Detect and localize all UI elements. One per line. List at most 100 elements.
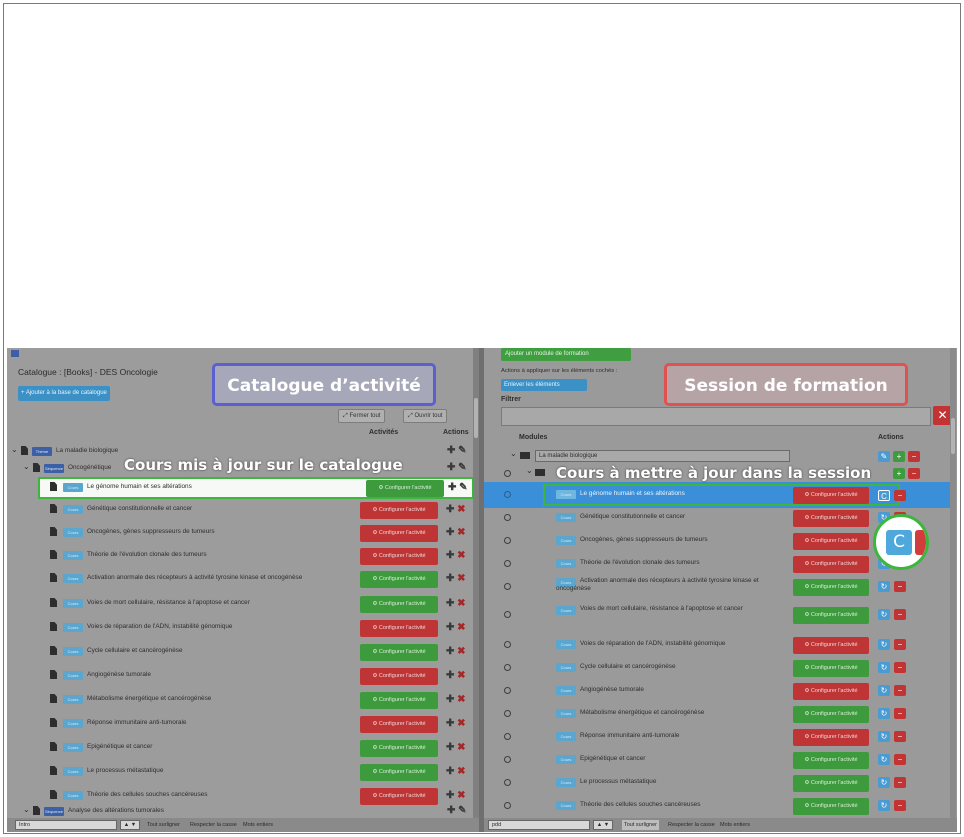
- row-actions[interactable]: ✚ ✖: [446, 766, 466, 778]
- remove-icon[interactable]: −: [894, 731, 906, 742]
- row-checkbox[interactable]: [504, 687, 511, 694]
- configure-activity-button[interactable]: ⚙ Configurer l'activité: [793, 775, 869, 792]
- remove-icon[interactable]: −: [894, 685, 906, 696]
- remove-icon[interactable]: −: [908, 468, 920, 479]
- row-actions[interactable]: ✚ ✖: [446, 718, 466, 730]
- catalog-course-row[interactable]: Cours Voies de mort cellulaire, résistanc…: [7, 593, 477, 615]
- row-actions[interactable]: ✚ ✖: [446, 694, 466, 706]
- row-checkbox[interactable]: [504, 537, 511, 544]
- row-actions[interactable]: ✚ ✎: [447, 805, 467, 817]
- catalog-course-row[interactable]: Cours Métabolisme énergétique et cancérog…: [7, 689, 477, 711]
- configure-activity-button[interactable]: ⚙ Configurer l'activité: [793, 510, 869, 527]
- add-icon[interactable]: +: [893, 451, 905, 462]
- row-checkbox[interactable]: [504, 802, 511, 809]
- update-course-button[interactable]: ↻: [878, 685, 890, 696]
- configure-activity-button[interactable]: ⚙ Configurer l'activité: [793, 487, 869, 504]
- configure-activity-button[interactable]: ⚙ Configurer l'activité: [366, 480, 444, 497]
- match-case-link[interactable]: Respecter la casse: [668, 818, 715, 832]
- configure-activity-button[interactable]: ⚙ Configurer l'activité: [360, 548, 438, 565]
- whole-words-link[interactable]: Mots entiers: [243, 818, 273, 832]
- session-course-row[interactable]: Cours Epigénétique et cancer ⚙ Configurer …: [484, 749, 954, 771]
- expand-all-button[interactable]: ⤢ Ouvrir tout: [403, 409, 448, 423]
- row-checkbox[interactable]: [504, 756, 511, 763]
- collapse-all-button[interactable]: ⤢ Fermer tout: [338, 409, 386, 423]
- row-checkbox[interactable]: [504, 779, 511, 786]
- catalog-highlighted-row[interactable]: Cours Le génome humain et ses altération…: [38, 477, 474, 499]
- row-actions[interactable]: ✚ ✖: [446, 670, 466, 682]
- update-course-button[interactable]: ↻: [878, 777, 890, 788]
- row-actions[interactable]: ✚ ✖: [446, 527, 466, 539]
- edit-icon[interactable]: ✎: [878, 451, 890, 462]
- row-checkbox[interactable]: [504, 514, 511, 521]
- update-course-button[interactable]: ↻: [878, 708, 890, 719]
- filter-input[interactable]: [501, 407, 931, 426]
- add-to-catalog-button[interactable]: + Ajouter à la base de catalogue: [18, 386, 110, 401]
- configure-activity-button[interactable]: ⚙ Configurer l'activité: [360, 644, 438, 661]
- configure-activity-button[interactable]: ⚙ Configurer l'activité: [793, 607, 869, 624]
- theme-name-input[interactable]: La maladie biologique: [535, 450, 790, 462]
- find-nav-buttons[interactable]: ▲ ▼: [120, 820, 140, 830]
- row-actions[interactable]: ✚ ✖: [446, 742, 466, 754]
- configure-activity-button[interactable]: ⚙ Configurer l'activité: [360, 764, 438, 781]
- update-course-button[interactable]: ↻: [878, 731, 890, 742]
- remove-icon[interactable]: −: [908, 451, 920, 462]
- configure-activity-button[interactable]: ⚙ Configurer l'activité: [360, 668, 438, 685]
- add-icon[interactable]: +: [893, 468, 905, 479]
- catalog-course-row[interactable]: Cours Le processus métastatique ⚙ Configur…: [7, 761, 477, 783]
- configure-activity-button[interactable]: ⚙ Configurer l'activité: [360, 571, 438, 588]
- session-course-row[interactable]: Cours Activation anormale des récepteurs …: [484, 576, 954, 604]
- update-course-button[interactable]: ↻: [878, 754, 890, 765]
- session-course-row[interactable]: Cours Cycle cellulaire et cancérogénèse ⚙ …: [484, 657, 954, 679]
- configure-activity-button[interactable]: ⚙ Configurer l'activité: [360, 502, 438, 519]
- remove-icon[interactable]: −: [894, 662, 906, 673]
- catalog-course-row[interactable]: Cours Epigénétique et cancer ⚙ Configurer …: [7, 737, 477, 759]
- catalog-course-row[interactable]: Cours Cycle cellulaire et cancérogénèse ⚙ …: [7, 641, 477, 663]
- session-course-row[interactable]: Cours Le processus métastatique ⚙ Configur…: [484, 772, 954, 794]
- row-checkbox[interactable]: [504, 641, 511, 648]
- remove-icon[interactable]: −: [894, 777, 906, 788]
- configure-activity-button[interactable]: ⚙ Configurer l'activité: [360, 620, 438, 637]
- chevron-down-icon[interactable]: ⌄: [510, 449, 517, 458]
- row-checkbox[interactable]: [504, 583, 511, 590]
- find-input[interactable]: pdd: [488, 820, 590, 830]
- row-checkbox[interactable]: [504, 710, 511, 717]
- configure-activity-button[interactable]: ⚙ Configurer l'activité: [793, 637, 869, 654]
- session-scrollbar[interactable]: [950, 348, 956, 818]
- session-highlighted-row[interactable]: Cours Le génome humain et ses altération…: [484, 484, 954, 506]
- catalog-course-row[interactable]: Cours Activation anormale des récepteurs …: [7, 568, 477, 590]
- configure-activity-button[interactable]: ⚙ Configurer l'activité: [793, 798, 869, 815]
- update-course-button[interactable]: ↻: [878, 609, 890, 620]
- find-nav-buttons[interactable]: ▲ ▼: [593, 820, 613, 830]
- configure-activity-button[interactable]: ⚙ Configurer l'activité: [793, 660, 869, 677]
- row-actions[interactable]: ✚ ✖: [446, 504, 466, 516]
- remove-elements-button[interactable]: Enlever les éléments: [501, 379, 587, 391]
- row-actions[interactable]: ✚ ✎: [447, 445, 467, 457]
- configure-activity-button[interactable]: ⚙ Configurer l'activité: [793, 683, 869, 700]
- update-course-button[interactable]: C: [878, 490, 890, 501]
- chevron-down-icon[interactable]: ⌄: [526, 466, 533, 475]
- configure-activity-button[interactable]: ⚙ Configurer l'activité: [793, 556, 869, 573]
- session-course-row[interactable]: Cours Métabolisme énergétique et cancérog…: [484, 703, 954, 725]
- chevron-down-icon[interactable]: ⌄: [23, 805, 30, 814]
- catalog-course-row[interactable]: Cours Voies de réparation de l'ADN, insta…: [7, 617, 477, 639]
- row-checkbox[interactable]: [504, 470, 511, 477]
- row-checkbox[interactable]: [504, 560, 511, 567]
- row-actions[interactable]: ✚ ✖: [446, 598, 466, 610]
- catalog-course-row[interactable]: Cours Angiogénèse tumorale ⚙ Configurer l'…: [7, 665, 477, 687]
- remove-icon[interactable]: −: [894, 708, 906, 719]
- zoomed-update-button[interactable]: C: [886, 530, 912, 555]
- catalog-course-row[interactable]: Cours Oncogènes, gènes suppresseurs de tu…: [7, 522, 477, 544]
- session-course-row[interactable]: Cours Voies de mort cellulaire, résistanc…: [484, 604, 954, 632]
- catalog-course-row[interactable]: Cours Réponse immunitaire anti-tumorale ⚙ …: [7, 713, 477, 735]
- remove-icon[interactable]: −: [894, 609, 906, 620]
- catalog-course-row[interactable]: Cours Génétique constitutionnelle et canc…: [7, 499, 477, 521]
- configure-activity-button[interactable]: ⚙ Configurer l'activité: [793, 533, 869, 550]
- configure-activity-button[interactable]: ⚙ Configurer l'activité: [360, 692, 438, 709]
- session-course-row[interactable]: Cours Voies de réparation de l'ADN, insta…: [484, 634, 954, 656]
- update-course-button[interactable]: ↻: [878, 662, 890, 673]
- configure-activity-button[interactable]: ⚙ Configurer l'activité: [360, 740, 438, 757]
- configure-activity-button[interactable]: ⚙ Configurer l'activité: [793, 706, 869, 723]
- remove-icon[interactable]: −: [894, 639, 906, 650]
- update-course-button[interactable]: ↻: [878, 581, 890, 592]
- highlight-all-link[interactable]: Tout surligner: [147, 818, 180, 832]
